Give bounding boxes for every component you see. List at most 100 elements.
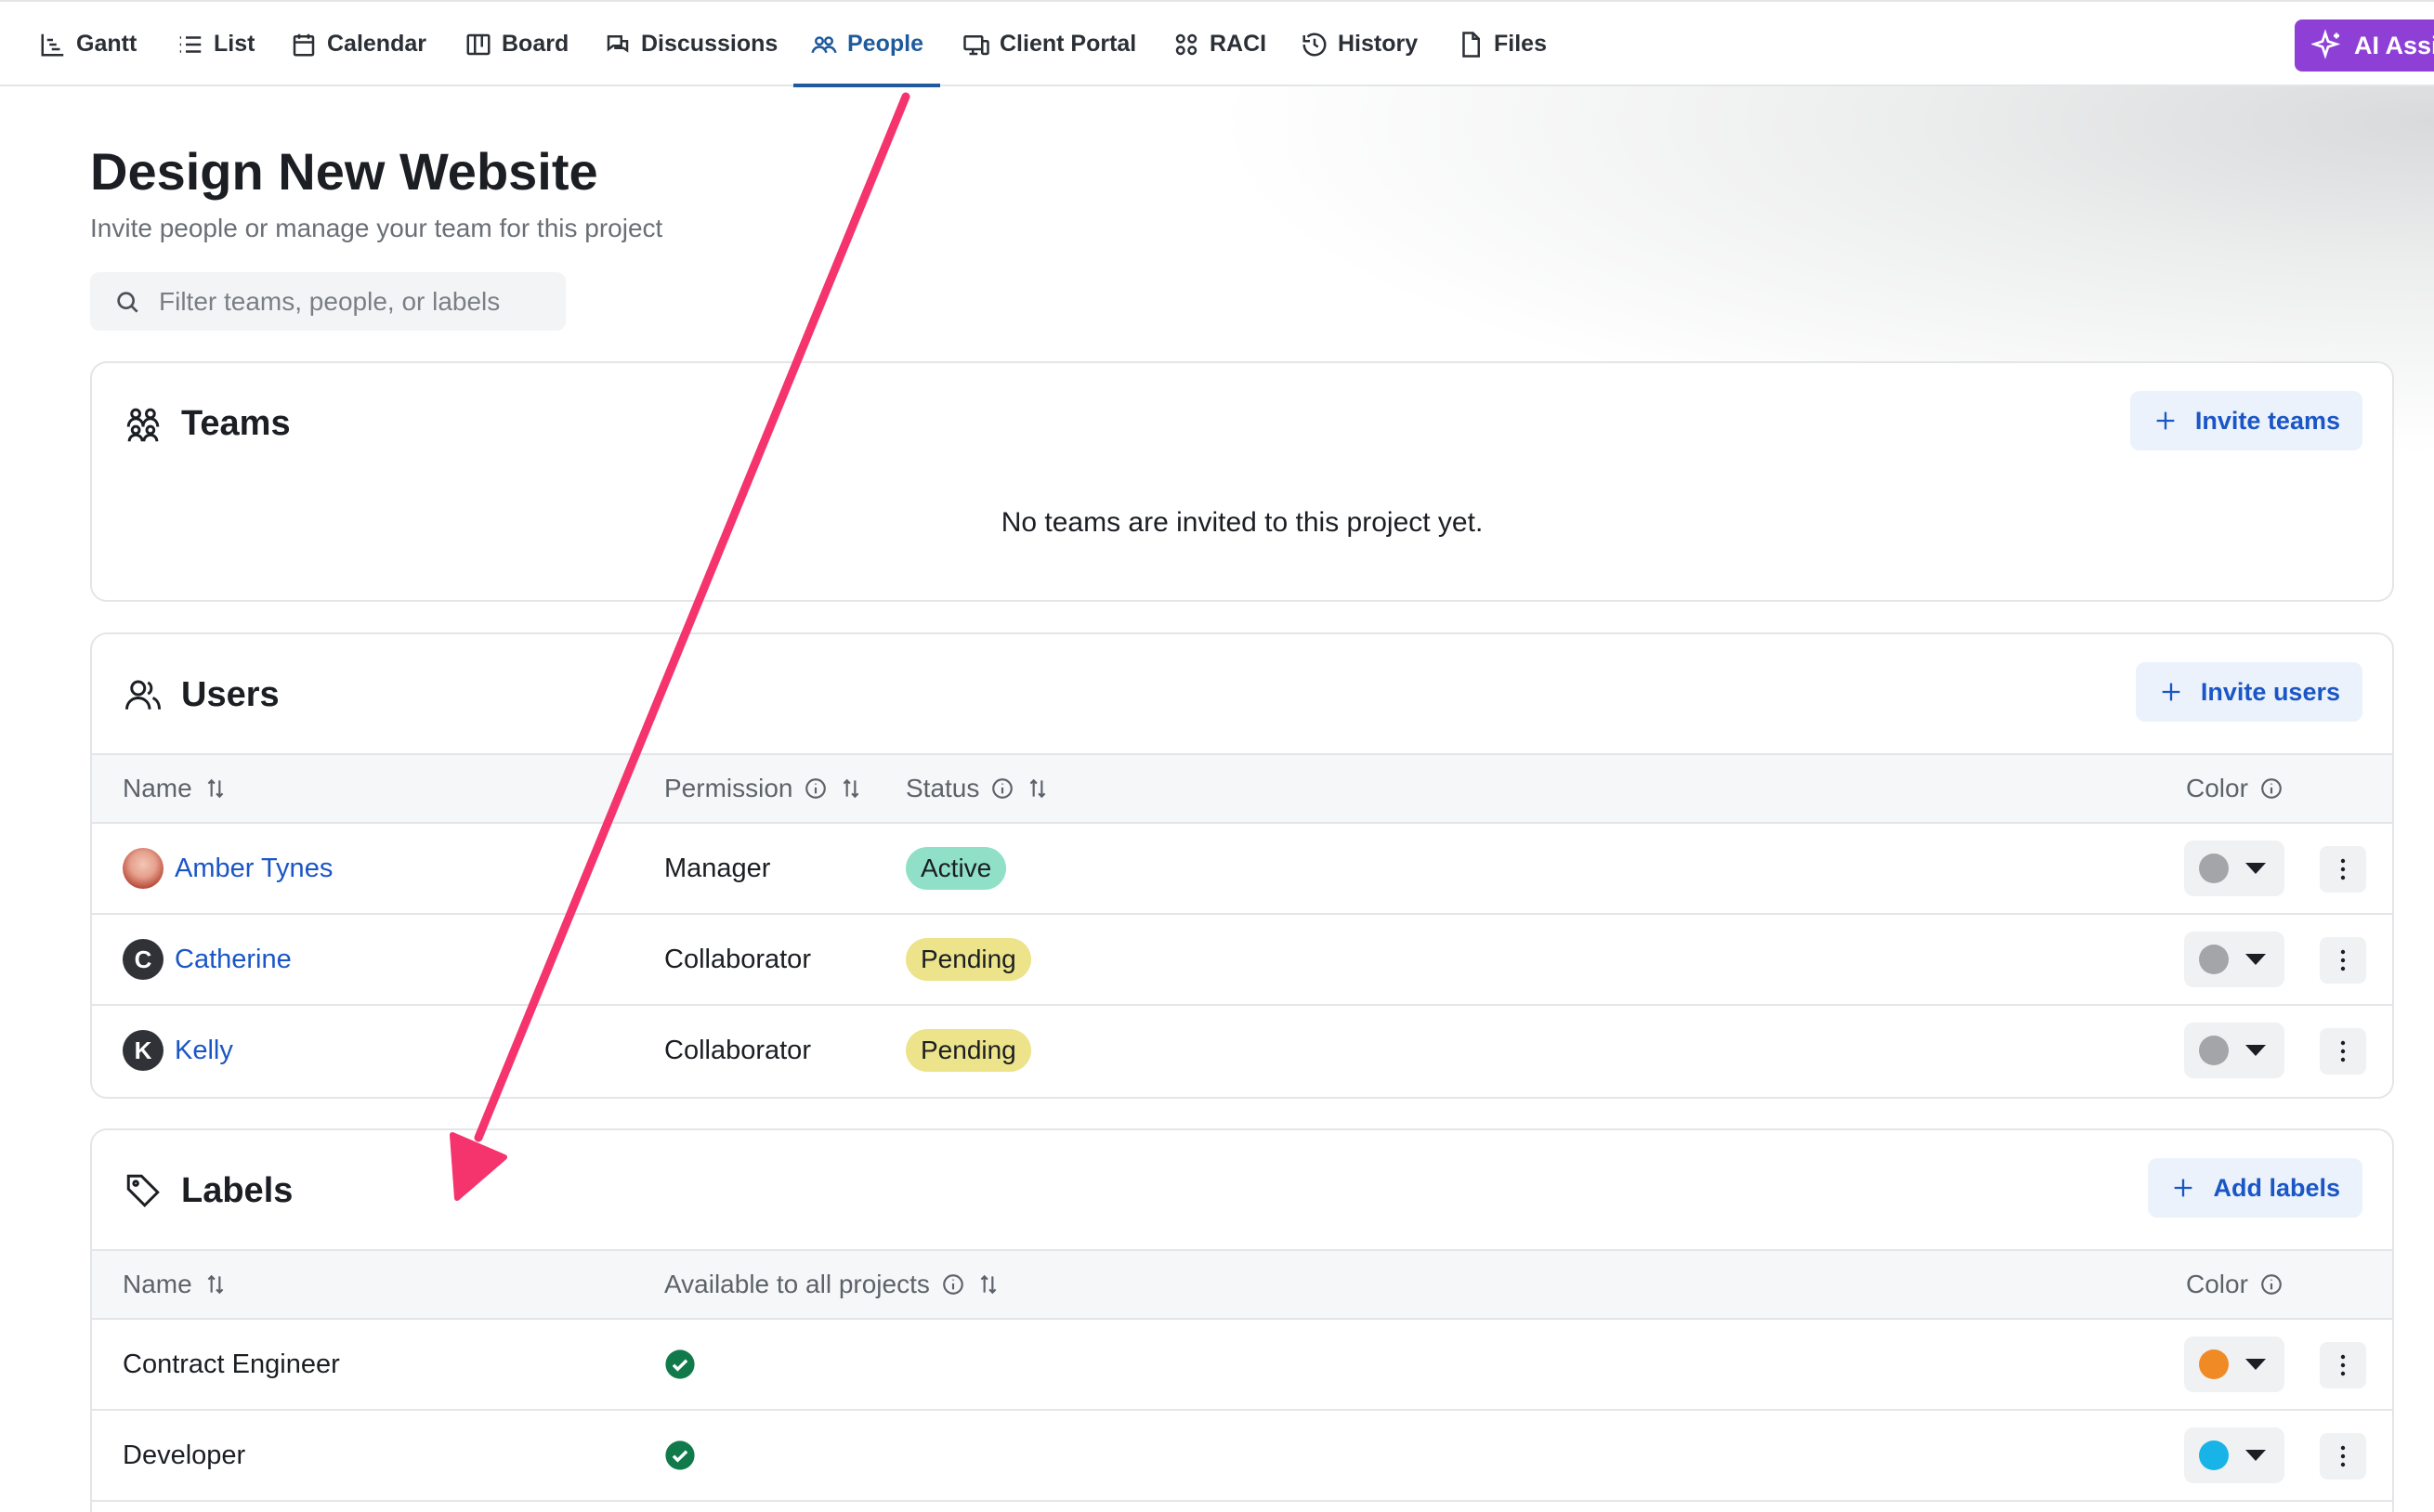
page-title: Design New Website <box>90 142 598 201</box>
labels-card: Labels Add labels Name Available to all … <box>90 1128 2394 1512</box>
invite-teams-button[interactable]: Invite teams <box>2129 391 2362 450</box>
column-available[interactable]: Available to all projects <box>664 1251 1001 1318</box>
check-circle-icon <box>665 1349 695 1379</box>
label-name-cell: Developer <box>123 1440 246 1470</box>
row-menu-button[interactable] <box>2320 846 2366 893</box>
ai-assistant-label: AI Assi <box>2354 31 2434 59</box>
table-row: K Kelly Collaborator Pending <box>92 1006 2392 1097</box>
sort-icon <box>844 778 859 799</box>
color-picker[interactable] <box>2184 1023 2284 1078</box>
column-status-label: Status <box>906 774 980 802</box>
color-picker[interactable] <box>2184 1336 2284 1392</box>
sparkle-icon <box>2311 29 2341 59</box>
column-color-label: Color <box>2186 774 2248 802</box>
avatar: K <box>123 1030 164 1071</box>
avatar <box>123 848 164 889</box>
column-name[interactable]: Name <box>123 755 228 822</box>
teams-heading: Teams <box>124 363 291 484</box>
search-input[interactable] <box>159 286 530 317</box>
more-vertical-icon <box>2340 858 2346 880</box>
permission-cell: Manager <box>664 853 771 883</box>
info-icon <box>992 778 1014 799</box>
teams-icon <box>126 408 160 442</box>
project-tab-bar: Gantt List Calendar Board Discussions Pe… <box>0 0 2434 87</box>
available-cell <box>664 1320 696 1409</box>
sort-icon <box>980 1274 997 1295</box>
chevron-down-icon <box>2245 1045 2266 1056</box>
color-swatch <box>2199 1036 2229 1065</box>
tab-label: People <box>847 31 923 57</box>
table-row: Developer <box>92 1411 2392 1502</box>
status-badge: Active <box>906 847 1007 890</box>
color-picker[interactable] <box>2184 932 2284 987</box>
more-vertical-icon <box>2340 1445 2346 1467</box>
discussions-icon <box>607 34 629 53</box>
column-permission[interactable]: Permission <box>664 755 863 822</box>
info-icon <box>2261 1274 2282 1295</box>
invite-teams-label: Invite teams <box>2194 406 2340 435</box>
color-swatch <box>2199 854 2229 883</box>
sort-icon <box>207 778 224 799</box>
row-menu-button[interactable] <box>2320 1342 2366 1388</box>
column-name-label: Name <box>123 1270 192 1298</box>
more-vertical-icon <box>2340 1040 2346 1062</box>
labels-table-header: Name Available to all projects Color <box>92 1249 2392 1320</box>
info-icon <box>2261 778 2282 799</box>
status-cell: Pending <box>906 915 1031 1004</box>
users-card: Users Invite users Name Permission Statu… <box>90 632 2394 1099</box>
user-name-link[interactable]: Catherine <box>175 945 292 975</box>
sort-icon <box>207 1274 224 1295</box>
search-icon <box>117 291 138 313</box>
tab-people[interactable]: People <box>793 2 940 87</box>
tab-client-portal[interactable]: Client Portal <box>962 2 1136 86</box>
active-tab-indicator <box>793 84 940 87</box>
tab-list[interactable]: List <box>177 2 255 86</box>
tab-label: Gantt <box>76 31 137 57</box>
chevron-down-icon <box>2245 1359 2266 1370</box>
avatar: C <box>123 939 164 980</box>
tab-history[interactable]: History <box>1301 2 1418 86</box>
row-menu-button[interactable] <box>2320 1433 2366 1479</box>
sort-icon <box>1030 778 1046 799</box>
tab-calendar[interactable]: Calendar <box>290 2 426 86</box>
info-icon <box>805 778 827 799</box>
user-name-cell[interactable]: K Kelly <box>123 1006 233 1095</box>
user-name-link[interactable]: Kelly <box>175 1036 233 1066</box>
invite-users-button[interactable]: Invite users <box>2135 662 2362 722</box>
add-labels-button[interactable]: Add labels <box>2148 1158 2362 1218</box>
tab-label: Files <box>1494 31 1547 57</box>
user-name-link[interactable]: Amber Tynes <box>175 854 333 884</box>
color-picker[interactable] <box>2184 841 2284 896</box>
people-icon <box>811 35 837 53</box>
column-available-label: Available to all projects <box>664 1270 930 1298</box>
labels-title: Labels <box>181 1170 294 1210</box>
column-status[interactable]: Status <box>906 755 1050 822</box>
users-icon <box>125 680 161 710</box>
tab-label: Discussions <box>641 31 779 57</box>
tab-files[interactable]: Files <box>1457 2 1547 86</box>
tab-label: Calendar <box>327 31 426 57</box>
tab-discussions[interactable]: Discussions <box>604 2 778 86</box>
plus-icon <box>2162 683 2180 701</box>
tab-raci[interactable]: RACI <box>1172 2 1266 86</box>
list-icon <box>179 35 202 53</box>
filter-search-box[interactable] <box>90 272 566 331</box>
color-picker[interactable] <box>2184 1427 2284 1483</box>
color-swatch <box>2199 1349 2229 1379</box>
labels-heading: Labels <box>124 1130 293 1251</box>
column-name[interactable]: Name <box>123 1251 228 1318</box>
tab-gantt[interactable]: Gantt <box>39 2 137 86</box>
user-name-cell[interactable]: C Catherine <box>123 915 292 1004</box>
column-color-label: Color <box>2186 1270 2248 1298</box>
row-menu-button[interactable] <box>2320 1028 2366 1075</box>
users-table-header: Name Permission Status Color <box>92 753 2392 824</box>
page-subtitle: Invite people or manage your team for th… <box>90 214 663 242</box>
plus-icon <box>2175 1179 2192 1197</box>
user-name-cell[interactable]: Amber Tynes <box>123 824 333 913</box>
ai-assistant-button[interactable]: AI Assi <box>2295 20 2434 72</box>
tab-board[interactable]: Board <box>465 2 569 86</box>
row-menu-button[interactable] <box>2320 937 2366 984</box>
file-icon <box>1462 31 1480 58</box>
info-icon <box>943 1274 963 1295</box>
tab-label: Client Portal <box>1000 31 1137 57</box>
